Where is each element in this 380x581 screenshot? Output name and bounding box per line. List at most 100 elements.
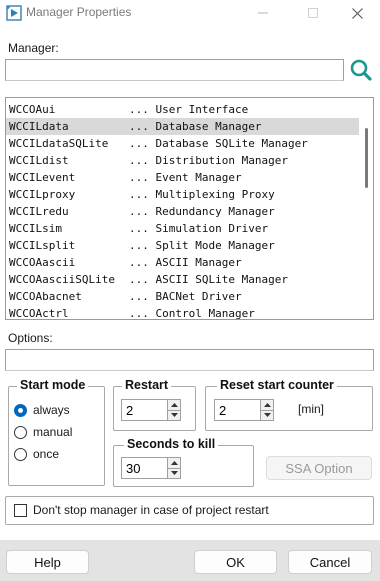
list-item[interactable]: WCCILdist ... Distribution Manager: [6, 152, 359, 169]
manager-name: WCCILdataSQLite: [9, 137, 109, 150]
list-item[interactable]: WCCOAui ... User Interface: [6, 101, 359, 118]
ssa-option-button[interactable]: SSA Option: [266, 456, 372, 480]
start-mode-title: Start mode: [17, 378, 89, 392]
arrow-down-icon: [170, 413, 178, 418]
scrollbar-thumb[interactable]: [365, 128, 368, 188]
radio-label: manual: [33, 425, 73, 439]
radio-manual[interactable]: manual: [14, 422, 72, 442]
manager-description: ... User Interface: [129, 103, 249, 116]
radio-always[interactable]: always: [14, 400, 72, 420]
spin-buttons: [260, 399, 274, 421]
manager-name: WCCILsim: [9, 222, 62, 235]
reset-counter-spinner[interactable]: [214, 399, 274, 421]
minimize-icon: [258, 12, 268, 14]
radio-once[interactable]: once: [14, 444, 72, 464]
spin-up-button[interactable]: [261, 400, 273, 410]
radio-button[interactable]: [14, 447, 27, 461]
app-icon: [6, 5, 22, 21]
spin-down-button[interactable]: [168, 409, 180, 420]
title-bar: Manager Properties: [0, 0, 380, 26]
manager-description: ... Simulation Driver: [129, 222, 269, 235]
manager-name: WCCOAascii: [9, 256, 76, 269]
manager-name: WCCOAbacnet: [9, 290, 82, 303]
reset-counter-input[interactable]: [214, 399, 260, 421]
restart-input[interactable]: [121, 399, 167, 421]
restart-spinner[interactable]: [121, 399, 181, 421]
restart-title: Restart: [122, 378, 172, 392]
manager-description: ... Split Mode Manager: [129, 239, 275, 252]
close-icon: [351, 7, 363, 19]
manager-description: ... Distribution Manager: [129, 154, 288, 167]
manager-name: WCCILproxy: [9, 188, 76, 201]
arrow-up-icon: [170, 402, 178, 407]
manager-name: WCCILevent: [9, 171, 76, 184]
manager-name: WCCOAasciiSQLite: [9, 273, 115, 286]
spin-down-button[interactable]: [261, 409, 273, 420]
reset-counter-unit: [min]: [298, 402, 325, 416]
dont-stop-option[interactable]: Don't stop manager in case of project re…: [14, 503, 269, 517]
seconds-to-kill-spinner[interactable]: [121, 457, 181, 479]
manager-name: WCCILredu: [9, 205, 69, 218]
list-item[interactable]: WCCILdataSQLite ... Database SQLite Manag…: [6, 135, 359, 152]
manager-description: ... Event Manager: [129, 171, 242, 184]
arrow-down-icon: [170, 471, 178, 476]
radio-button[interactable]: [14, 425, 27, 439]
dont-stop-label: Don't stop manager in case of project re…: [33, 503, 269, 517]
list-item[interactable]: WCCILsim ... Simulation Driver: [6, 220, 359, 237]
manager-name: WCCILdata: [9, 120, 69, 133]
list-item[interactable]: WCCILevent ... Event Manager: [6, 169, 359, 186]
cancel-button[interactable]: Cancel: [288, 550, 372, 574]
manager-description: ... Multiplexing Proxy: [129, 188, 275, 201]
ok-button[interactable]: OK: [194, 550, 277, 574]
list-item[interactable]: WCCOAascii ... ASCII Manager: [6, 254, 359, 271]
manager-input[interactable]: [5, 59, 344, 81]
manager-description: ... Database Manager: [129, 120, 262, 133]
manager-description: ... Database SQLite Manager: [129, 137, 308, 150]
reset-counter-title: Reset start counter: [217, 378, 337, 392]
manager-name: WCCILdist: [9, 154, 69, 167]
list-item[interactable]: WCCILsplit ... Split Mode Manager: [6, 237, 359, 254]
options-input[interactable]: [5, 349, 374, 371]
manager-description: ... Redundancy Manager: [129, 205, 275, 218]
arrow-up-icon: [170, 460, 178, 465]
manager-description: ... Control Manager: [129, 307, 255, 320]
manager-label: Manager:: [8, 41, 59, 55]
maximize-icon: [308, 8, 318, 18]
search-icon: [350, 59, 372, 81]
list-item[interactable]: WCCOActrl ... Control Manager: [6, 305, 359, 320]
spin-buttons: [167, 457, 181, 479]
options-label: Options:: [8, 331, 53, 345]
spin-down-button[interactable]: [168, 467, 180, 478]
manager-name: WCCOActrl: [9, 307, 69, 320]
close-button[interactable]: [334, 0, 380, 26]
list-item[interactable]: WCCILproxy ... Multiplexing Proxy: [6, 186, 359, 203]
arrow-down-icon: [263, 413, 271, 418]
list-item[interactable]: WCCILredu ... Redundancy Manager: [6, 203, 359, 220]
radio-label: once: [33, 447, 60, 461]
start-mode-options: always manual once: [14, 400, 72, 464]
list-item[interactable]: WCCILdata ... Database Manager: [6, 118, 359, 135]
search-button[interactable]: [349, 58, 373, 82]
list-item[interactable]: WCCOAbacnet ... BACNet Driver: [6, 288, 359, 305]
seconds-to-kill-title: Seconds to kill: [124, 437, 219, 451]
manager-description: ... ASCII SQLite Manager: [129, 273, 288, 286]
vertical-scrollbar[interactable]: [359, 98, 373, 319]
list-item[interactable]: WCCOAasciiSQLite ... ASCII SQLite Manager: [6, 271, 359, 288]
spin-up-button[interactable]: [168, 400, 180, 410]
manager-list[interactable]: WCCOAui ... User Interface WCCILdata ... Da…: [5, 97, 374, 320]
dont-stop-checkbox[interactable]: [14, 503, 27, 517]
help-button[interactable]: Help: [6, 550, 89, 574]
radio-button[interactable]: [14, 403, 27, 417]
manager-description: ... ASCII Manager: [129, 256, 242, 269]
spin-up-button[interactable]: [168, 458, 180, 468]
seconds-to-kill-input[interactable]: [121, 457, 167, 479]
minimize-button[interactable]: [240, 0, 286, 26]
spin-buttons: [167, 399, 181, 421]
window-title: Manager Properties: [26, 5, 132, 19]
manager-description: ... BACNet Driver: [129, 290, 242, 303]
radio-label: always: [33, 403, 70, 417]
manager-name: WCCILsplit: [9, 239, 76, 252]
manager-name: WCCOAui: [9, 103, 56, 116]
arrow-up-icon: [263, 402, 271, 407]
maximize-button[interactable]: [290, 0, 336, 26]
